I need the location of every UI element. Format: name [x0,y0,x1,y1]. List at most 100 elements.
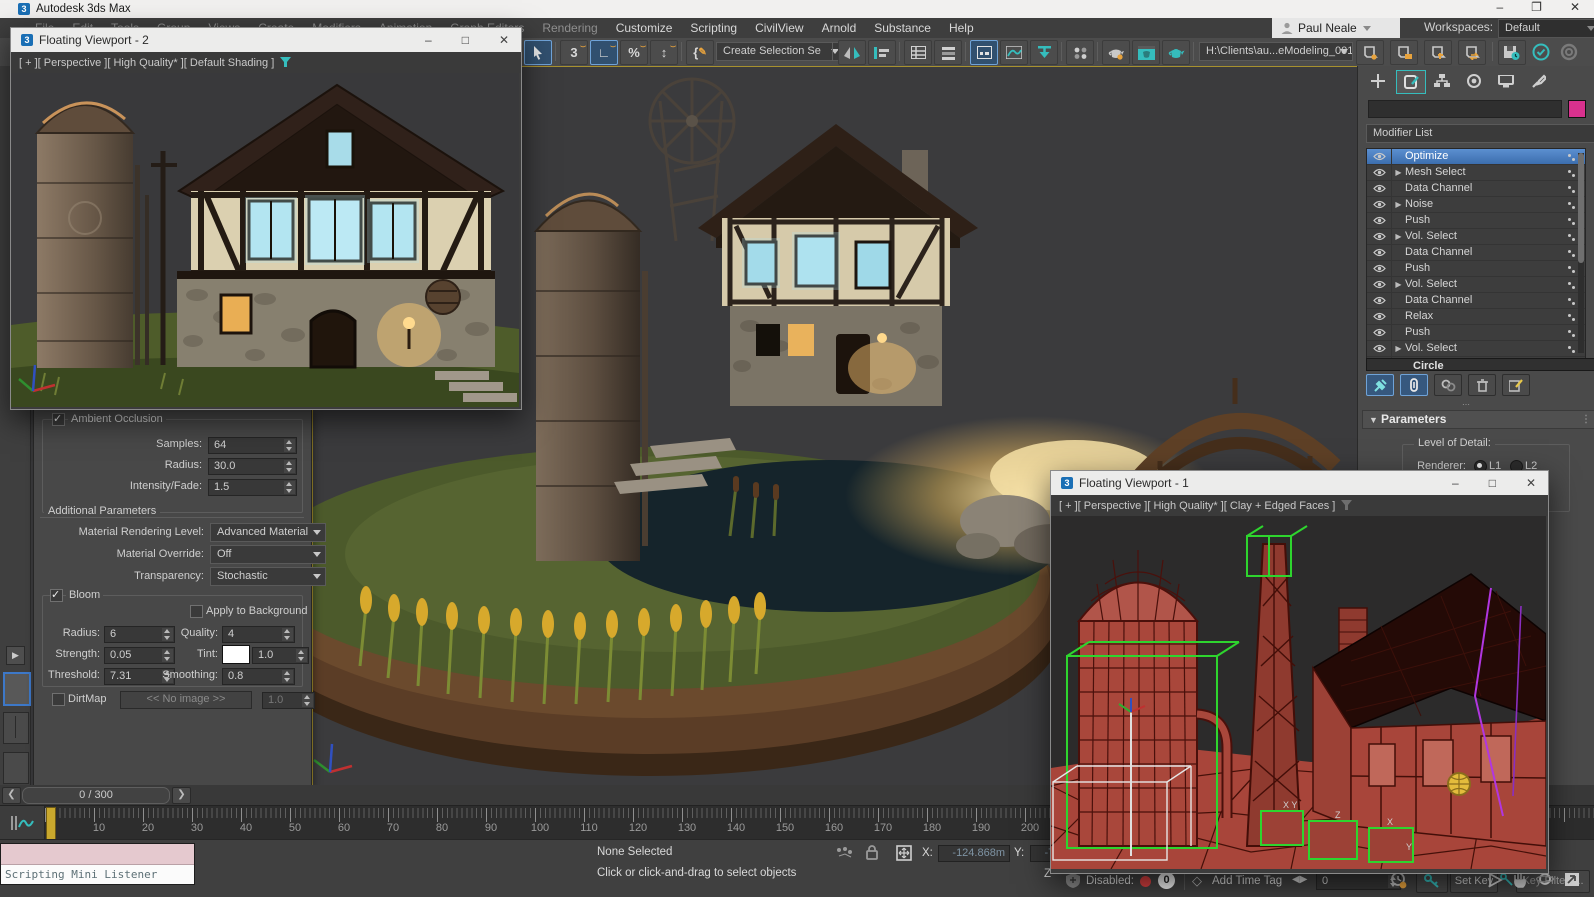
tab-create[interactable] [1364,70,1392,92]
ao-radius-field[interactable]: 30.0 [208,458,297,475]
filter-funnel-icon[interactable] [1341,500,1352,511]
tint-spinner[interactable] [296,649,307,662]
modifier-push[interactable]: Push [1367,213,1585,229]
modifier-visibility-eye-icon[interactable] [1367,149,1392,164]
notification-badge[interactable]: 0 [1158,872,1175,889]
stack-scrollbar[interactable] [1578,153,1584,353]
parameters-rollout-header[interactable]: ▼ Parameters ⋮⋮ [1362,410,1594,429]
smoothing-spinner[interactable] [282,670,293,683]
absolute-offset-mode-icon[interactable] [896,845,912,861]
close-button[interactable]: ✕ [499,33,509,47]
time-slider[interactable] [46,807,56,840]
user-account-menu[interactable]: Paul Neale [1272,18,1400,38]
override-dropdown[interactable]: Off [210,545,326,564]
save-scene-state-button[interactable] [1498,40,1526,65]
modifier-visibility-eye-icon[interactable] [1367,245,1392,260]
layer-explorer-button[interactable] [934,40,962,65]
next-frame-button[interactable]: ❯ [172,787,191,804]
minimize-button[interactable]: – [425,33,432,47]
isolate-selection-icon[interactable] [836,846,854,860]
mrl-dropdown[interactable]: Advanced Material [210,523,326,542]
object-color-swatch[interactable] [1568,100,1586,118]
modifier-expand-arrow[interactable]: ▶ [1392,165,1405,180]
modifier-visibility-eye-icon[interactable] [1367,261,1392,276]
select-object-button[interactable] [524,40,552,65]
strength-field[interactable]: 0.05 [104,647,175,664]
floating-viewport-2-titlebar[interactable]: 3 Floating Viewport - 2 – □ ✕ [11,28,521,52]
maximize-button[interactable]: □ [462,33,469,47]
tab-hierarchy[interactable] [1428,70,1456,92]
quality-spinner[interactable] [282,628,293,641]
menu-rendering[interactable]: Rendering [533,21,606,35]
modifier-list-dropdown[interactable]: Modifier List [1366,124,1594,143]
smoothing-field[interactable]: 0.8 [222,668,295,685]
restore-button[interactable]: ❐ [1531,0,1542,14]
samples-spinner[interactable] [284,439,295,452]
configure-modifier-sets-button[interactable] [1502,374,1530,396]
modifier-expand-arrow[interactable]: ▶ [1392,341,1405,356]
modifier-vol-select[interactable]: ▶Vol. Select [1367,229,1585,245]
align-button[interactable] [868,40,896,65]
modifier-push[interactable]: Push [1367,261,1585,277]
modifier-visibility-eye-icon[interactable] [1367,309,1392,324]
frame-counter[interactable]: 0 / 300 [22,787,170,804]
modifier-expand-arrow[interactable]: ▶ [1392,277,1405,292]
dirtmap-amount-spinner[interactable] [302,694,313,707]
viewport-1-canvas[interactable]: X Y Z X Y [1051,516,1546,869]
edit-named-selection-button[interactable]: {✎ [686,40,714,65]
modifier-push[interactable]: Push [1367,325,1585,341]
previous-frame-button[interactable]: ❮ [2,787,21,804]
layout-preset-2[interactable] [3,712,29,744]
transparency-dropdown[interactable]: Stochastic [210,567,326,586]
menu-help[interactable]: Help [940,21,983,35]
bloom-checkbox[interactable] [50,589,63,602]
tab-display[interactable] [1492,70,1520,92]
workspace-select[interactable]: Default [1498,19,1594,38]
maxscript-mini-listener[interactable]: Scripting Mini Listener [0,843,195,885]
modifier-relax[interactable]: Relax [1367,309,1585,325]
floating-viewport-1-titlebar[interactable]: 3 Floating Viewport - 1 – □ ✕ [1051,471,1548,495]
tab-utilities[interactable] [1524,70,1552,92]
named-selection-set-dropdown[interactable]: Create Selection Se [716,42,844,61]
state-set-1-button[interactable] [1356,40,1384,65]
time-configuration-icon[interactable] [1390,872,1407,889]
mirror-button[interactable] [838,40,866,65]
close-button[interactable]: ✕ [1526,476,1536,490]
orbit-icon[interactable] [1536,872,1554,887]
tint-field[interactable]: 1.0 [252,647,309,664]
state-set-3-button[interactable] [1424,40,1452,65]
max-interactive-button[interactable] [1556,40,1582,63]
dirtmap-checkbox[interactable] [52,693,65,706]
viewport-2-canvas[interactable] [11,73,519,407]
modifier-expand-arrow[interactable]: ▶ [1392,197,1405,212]
tab-modify[interactable] [1396,70,1426,94]
dirtmap-image-button[interactable]: << No image >> [120,691,252,709]
quality-field[interactable]: 4 [222,626,295,643]
modifier-visibility-eye-icon[interactable] [1367,277,1392,292]
current-frame-field[interactable]: 0 [1316,873,1401,890]
percent-snap-button[interactable]: %⌣ [620,40,648,65]
modifier-data-channel[interactable]: Data Channel [1367,293,1585,309]
schematic-view-button[interactable] [1030,40,1058,65]
listener-row[interactable]: Scripting Mini Listener [1,865,194,884]
curve-editor-button[interactable] [1000,40,1028,65]
ribbon-toggle-button[interactable] [970,40,998,65]
material-editor-button[interactable] [1066,40,1094,65]
bloom-radius-field[interactable]: 6 [104,626,175,643]
ao-radius-spinner[interactable] [284,460,295,473]
mini-curve-editor-button[interactable] [0,806,45,840]
intensity-field[interactable]: 1.5 [208,479,297,496]
ambient-occlusion-checkbox[interactable] [52,413,65,426]
dirtmap-amount-field[interactable]: 1.0 [262,692,315,709]
object-name-field[interactable] [1368,100,1562,118]
filter-funnel-icon[interactable] [280,57,291,68]
apply-to-background-checkbox[interactable] [190,605,203,618]
modifier-visibility-eye-icon[interactable] [1367,213,1392,228]
layout-preset-1[interactable] [3,672,31,706]
menu-civilview[interactable]: CivilView [746,21,812,35]
layout-flyout-button[interactable]: ▶ [6,646,25,665]
angle-snap-button[interactable]: ∟⌣ [590,40,618,65]
modifier-visibility-eye-icon[interactable] [1367,325,1392,340]
modifier-visibility-eye-icon[interactable] [1367,341,1392,356]
snaps-toggle-button[interactable]: 3⌣ [560,40,588,65]
